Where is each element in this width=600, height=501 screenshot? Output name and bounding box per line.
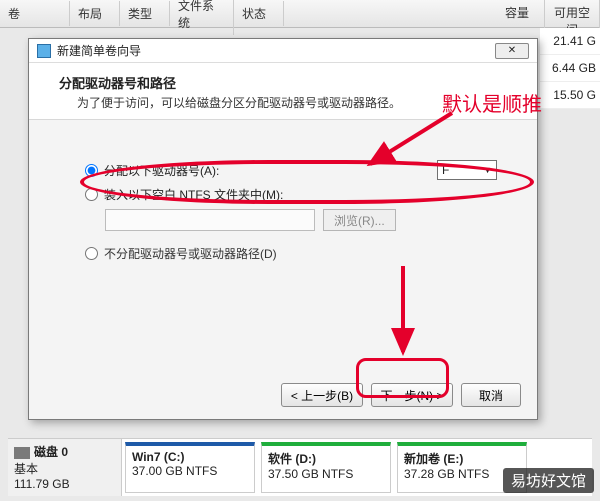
disk-label: 磁盘 0 bbox=[34, 445, 68, 459]
option-assign-letter[interactable]: 分配以下驱动器号(A): F ▼ bbox=[85, 160, 497, 180]
label-mount-folder: 装入以下空白 NTFS 文件夹中(M): bbox=[104, 186, 283, 203]
dialog-title: 新建简单卷向导 bbox=[57, 42, 141, 59]
radio-mount-folder[interactable] bbox=[85, 188, 98, 201]
option-no-assign[interactable]: 不分配驱动器号或驱动器路径(D) bbox=[85, 245, 497, 262]
capacity-list: 21.41 G 6.44 GB 15.50 G bbox=[540, 28, 600, 109]
label-no-assign: 不分配驱动器号或驱动器路径(D) bbox=[104, 245, 277, 262]
disk-type: 基本 bbox=[14, 460, 115, 477]
watermark: 易坊好文馆 bbox=[503, 468, 594, 493]
table-header: 卷 布局 类型 文件系统 状态 容量 可用空间 bbox=[0, 0, 600, 28]
browse-button[interactable]: 浏览(R)... bbox=[323, 209, 396, 231]
label-assign-letter: 分配以下驱动器号(A): bbox=[104, 162, 219, 179]
drive-letter-value: F bbox=[442, 163, 449, 177]
size-row: 21.41 G bbox=[540, 28, 600, 55]
disk-info[interactable]: 磁盘 0 基本 111.79 GB bbox=[8, 439, 122, 496]
mount-path-input[interactable] bbox=[105, 209, 315, 231]
col-capacity[interactable]: 容量 bbox=[490, 0, 545, 42]
partition[interactable]: Win7 (C:) 37.00 GB NTFS bbox=[125, 442, 255, 493]
button-row: < 上一步(B) 下一步(N) > 取消 bbox=[281, 383, 521, 407]
wizard-icon bbox=[37, 44, 51, 58]
col-volume[interactable]: 卷 bbox=[0, 1, 70, 26]
col-fs[interactable]: 文件系统 bbox=[170, 0, 234, 35]
annotation-text: 默认是顺推 bbox=[442, 88, 542, 117]
partition-name: 软件 (D:) bbox=[268, 450, 384, 467]
option-mount-folder[interactable]: 装入以下空白 NTFS 文件夹中(M): bbox=[85, 186, 497, 203]
disk-icon bbox=[14, 447, 30, 459]
drive-letter-select[interactable]: F ▼ bbox=[437, 160, 497, 180]
back-button[interactable]: < 上一步(B) bbox=[281, 383, 363, 407]
cancel-button[interactable]: 取消 bbox=[461, 383, 521, 407]
chevron-down-icon: ▼ bbox=[483, 165, 492, 175]
partition-name: 新加卷 (E:) bbox=[404, 450, 520, 467]
size-row: 15.50 G bbox=[540, 82, 600, 109]
col-layout[interactable]: 布局 bbox=[70, 1, 120, 26]
next-button[interactable]: 下一步(N) > bbox=[371, 383, 453, 407]
col-status[interactable]: 状态 bbox=[234, 1, 284, 26]
radio-no-assign[interactable] bbox=[85, 247, 98, 260]
radio-assign-letter[interactable] bbox=[85, 164, 98, 177]
disk-size: 111.79 GB bbox=[14, 477, 115, 491]
mount-path-row: 浏览(R)... bbox=[105, 209, 497, 231]
partition-name: Win7 (C:) bbox=[132, 450, 248, 464]
partition-info: 37.50 GB NTFS bbox=[268, 467, 384, 481]
partition[interactable]: 软件 (D:) 37.50 GB NTFS bbox=[261, 442, 391, 493]
partition-info: 37.00 GB NTFS bbox=[132, 464, 248, 478]
size-row: 6.44 GB bbox=[540, 55, 600, 82]
close-button[interactable]: ✕ bbox=[495, 43, 529, 59]
titlebar[interactable]: 新建简单卷向导 ✕ bbox=[29, 39, 537, 63]
dialog-body: 分配以下驱动器号(A): F ▼ 装入以下空白 NTFS 文件夹中(M): 浏览… bbox=[29, 120, 537, 370]
col-type[interactable]: 类型 bbox=[120, 1, 170, 26]
